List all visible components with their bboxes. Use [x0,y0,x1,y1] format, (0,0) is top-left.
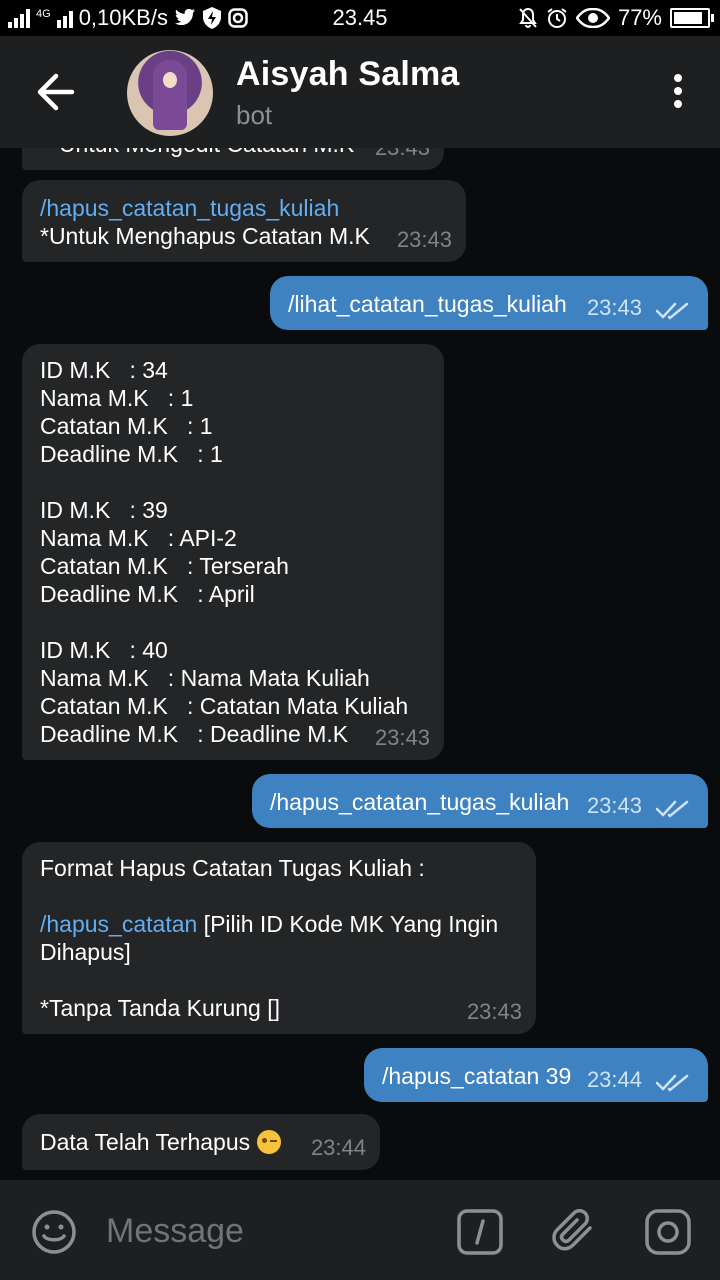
chat-header: Aisyah Salma bot [0,36,720,148]
message-bubble: ID M.K : 34 Nama M.K : 1 Catatan M.K : 1… [22,344,444,760]
avatar[interactable] [127,50,213,136]
message-bubble-outgoing: /lihat_catatan_tugas_kuliah 23:43 [270,276,708,330]
message-text: /hapus_catatan [382,1063,540,1089]
read-checkmarks-icon [656,302,689,320]
winking-face-icon [256,1130,281,1154]
message-time: 23:44 [586,1067,642,1092]
message-text: *Untuk Menghapus Catatan M.K [40,223,370,249]
camera-icon[interactable] [644,1208,692,1256]
message-bubble: Format Hapus Catatan Tugas Kuliah : /hap… [22,842,536,1034]
status-bar: 4G 0,10KB/s 23.45 77% [0,0,720,36]
message-time: 23:43 [466,999,522,1024]
emoji-icon[interactable] [30,1208,78,1256]
message-time: 23:44 [310,1135,366,1160]
read-checkmarks-icon [656,1074,689,1092]
message-bubble: Data Telah Terhapus 23:44 [22,1114,380,1170]
message-time: 23:43 [396,227,452,252]
message-bubble-outgoing: /hapus_catatan_tugas_kuliah 23:43 [252,774,708,828]
message-bubble: /hapus_catatan_tugas_kuliah *Untuk Mengh… [22,180,466,262]
message-bubble: *Untuk Mengedit Catatan M.K 23:43 [22,148,444,170]
command-link[interactable]: /hapus_catatan [40,911,197,937]
mute-bell-icon [519,7,537,28]
message-time: 23:43 [586,793,642,818]
chat-subtitle: bot [236,100,273,130]
alarm-icon [547,8,567,28]
message-text: 39 [539,1063,572,1089]
message-time: 23:43 [375,148,430,162]
message-text: Format Hapus Catatan Tugas Kuliah : [40,855,425,881]
message-text: *Untuk Mengedit Catatan M.K [50,148,354,158]
more-menu-icon[interactable] [666,74,690,114]
chat-title[interactable]: Aisyah Salma [236,55,460,94]
message-time: 23:43 [374,725,430,750]
read-checkmarks-icon [656,800,689,818]
message-text: *Tanpa Tanda Kurung [] [40,995,280,1021]
back-arrow-icon[interactable] [30,70,80,114]
message-text: /hapus_catatan_tugas_kuliah [270,789,570,815]
battery-icon [670,8,714,28]
message-text: Data Telah Terhapus [40,1129,251,1155]
attach-icon[interactable] [552,1206,600,1256]
message-input[interactable]: Message [106,1212,244,1251]
message-input-bar: Message [0,1180,720,1280]
eye-icon [575,8,610,28]
bot-command-icon[interactable] [456,1208,504,1256]
message-text: /lihat_catatan_tugas_kuliah [288,291,567,317]
battery-percent: 77% [617,5,662,30]
command-link[interactable]: /hapus_catatan_tugas_kuliah [40,194,339,222]
message-text: ID M.K : 34 Nama M.K : 1 Catatan M.K : 1… [40,357,409,747]
message-time: 23:43 [586,295,642,320]
message-bubble-outgoing: /hapus_catatan 39 23:44 [364,1048,708,1102]
message-list[interactable]: *Untuk Mengedit Catatan M.K 23:43 /hapus… [0,148,720,1180]
